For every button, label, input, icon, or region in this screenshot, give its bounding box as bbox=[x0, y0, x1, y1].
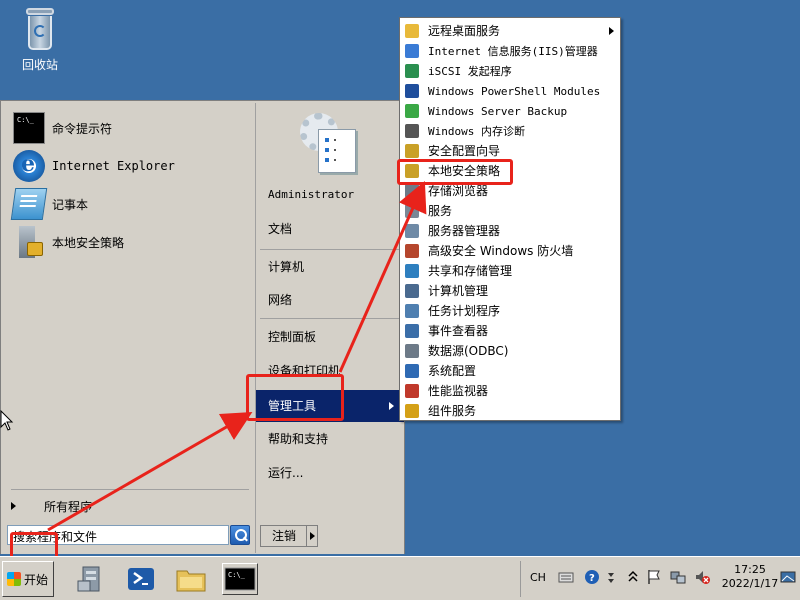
system-clock[interactable]: 17:25 2022/1/17 bbox=[720, 563, 780, 591]
chevron-up-icon[interactable] bbox=[628, 569, 638, 585]
server-manager-taskbar-icon[interactable] bbox=[74, 563, 108, 595]
volume-muted-icon[interactable] bbox=[694, 569, 710, 585]
annotation-arrows bbox=[47, 181, 427, 532]
start-label: 开始 bbox=[24, 572, 49, 587]
svg-text:C:\_: C:\_ bbox=[228, 571, 246, 579]
windows-logo-icon bbox=[7, 572, 21, 586]
cmd-taskbar-icon[interactable]: C:\_ bbox=[222, 563, 258, 595]
language-indicator[interactable]: CH bbox=[530, 571, 546, 584]
start-button[interactable]: 开始 bbox=[2, 561, 54, 597]
options-icon[interactable] bbox=[606, 569, 616, 585]
clock-time: 17:25 bbox=[734, 563, 766, 576]
help-icon[interactable]: ? bbox=[584, 569, 600, 585]
powershell-taskbar-icon[interactable] bbox=[124, 563, 158, 595]
explorer-taskbar-icon[interactable] bbox=[174, 563, 208, 595]
svg-text:?: ? bbox=[589, 573, 595, 584]
show-desktop-icon[interactable] bbox=[780, 569, 796, 585]
taskbar: 开始 C:\_ CH ? 17:25 2022/1/17 bbox=[0, 556, 800, 600]
clock-date: 2022/1/17 bbox=[721, 577, 779, 590]
action-center-flag-icon[interactable] bbox=[646, 569, 662, 585]
divider bbox=[520, 561, 521, 597]
keyboard-icon[interactable] bbox=[558, 569, 574, 585]
network-icon[interactable] bbox=[670, 569, 686, 585]
mouse-cursor-icon bbox=[0, 410, 14, 431]
